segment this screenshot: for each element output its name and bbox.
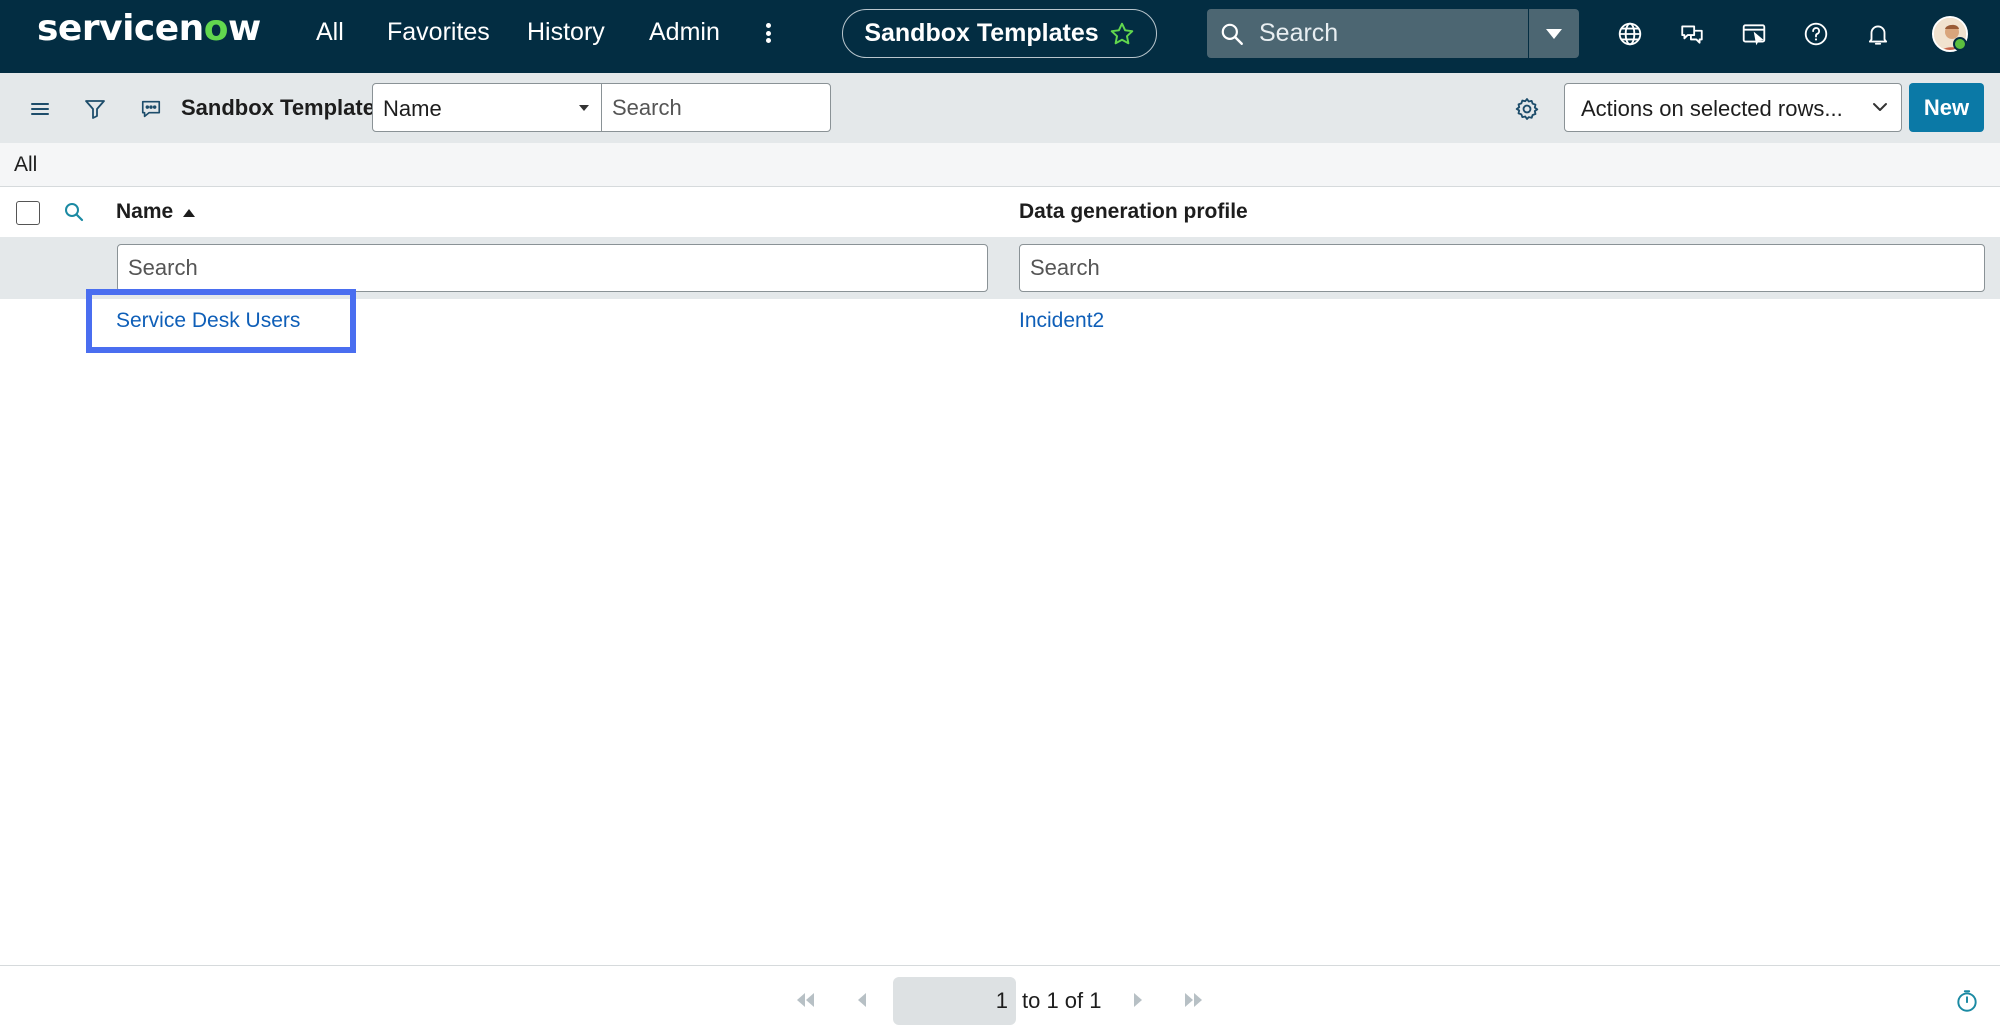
- context-title: Sandbox Templates: [864, 19, 1099, 47]
- global-search-input[interactable]: Search: [1207, 9, 1528, 58]
- list-search-field[interactable]: [602, 84, 830, 131]
- bell-icon[interactable]: [1864, 20, 1892, 48]
- search-field-value: Name: [383, 96, 442, 121]
- caret-down-icon: [579, 105, 589, 111]
- search-icon[interactable]: [62, 200, 86, 224]
- filter-icon[interactable]: [81, 95, 109, 123]
- menu-icon[interactable]: [26, 95, 54, 123]
- search-scope-dropdown[interactable]: [1529, 9, 1579, 58]
- column-header-name[interactable]: Name: [116, 200, 173, 224]
- first-page-icon[interactable]: [792, 988, 820, 1012]
- select-all-checkbox[interactable]: [16, 201, 40, 225]
- column-header-data-generation-profile[interactable]: Data generation profile: [1019, 200, 1248, 224]
- search-icon: [1221, 23, 1243, 45]
- chevron-down-icon: [1873, 103, 1887, 111]
- profile-column-search-input[interactable]: [1020, 245, 1984, 291]
- profile-column-search[interactable]: [1019, 244, 1985, 292]
- sort-ascending-icon[interactable]: [183, 209, 195, 217]
- breadcrumb: All: [0, 143, 2000, 187]
- list-title: Sandbox Templates: [181, 95, 388, 120]
- screen-icon[interactable]: [1740, 20, 1768, 48]
- breadcrumb-all[interactable]: All: [14, 153, 37, 177]
- top-header: servicenow All Favorites History Admin S…: [0, 0, 2000, 73]
- previous-page-icon[interactable]: [848, 988, 876, 1012]
- nav-history[interactable]: History: [527, 18, 605, 47]
- next-page-icon[interactable]: [1124, 988, 1152, 1012]
- globe-icon[interactable]: [1616, 20, 1644, 48]
- new-button[interactable]: New: [1909, 83, 1984, 132]
- presence-status-icon: [1953, 37, 1967, 51]
- nav-favorites[interactable]: Favorites: [387, 18, 490, 47]
- page-number-input[interactable]: 1: [893, 977, 1016, 1025]
- pagination-footer: 1 to 1 of 1: [0, 965, 2000, 1034]
- selection-highlight: [86, 289, 356, 353]
- comment-icon[interactable]: [137, 95, 165, 123]
- more-menu-icon[interactable]: [760, 18, 776, 48]
- servicenow-logo[interactable]: servicenow: [37, 8, 261, 49]
- actions-on-selected-rows-select[interactable]: Actions on selected rows...: [1564, 83, 1902, 132]
- page-range-text: to 1 of 1: [1022, 988, 1102, 1013]
- last-page-icon[interactable]: [1179, 988, 1207, 1012]
- gear-icon[interactable]: [1513, 95, 1541, 123]
- chat-icon[interactable]: [1678, 20, 1706, 48]
- page-number: 1: [995, 988, 1008, 1013]
- nav-all[interactable]: All: [316, 18, 344, 47]
- list-toolbar: Sandbox Templates Name Actions on select…: [0, 73, 2000, 143]
- context-pill[interactable]: Sandbox Templates: [842, 9, 1157, 58]
- name-column-search[interactable]: [117, 244, 988, 292]
- star-icon[interactable]: [1109, 21, 1135, 47]
- table-header: Name Data generation profile: [0, 187, 2000, 237]
- nav-admin[interactable]: Admin: [649, 18, 720, 47]
- timer-icon[interactable]: [1954, 988, 1980, 1014]
- data-generation-profile-link[interactable]: Incident2: [1019, 309, 1104, 333]
- search-field-select[interactable]: Name: [372, 83, 602, 132]
- global-search-placeholder: Search: [1259, 19, 1339, 47]
- caret-down-icon: [1546, 28, 1562, 39]
- name-column-search-input[interactable]: [118, 245, 987, 291]
- list-search-input[interactable]: [601, 83, 831, 132]
- actions-select-value: Actions on selected rows...: [1581, 96, 1843, 121]
- help-icon[interactable]: [1802, 20, 1830, 48]
